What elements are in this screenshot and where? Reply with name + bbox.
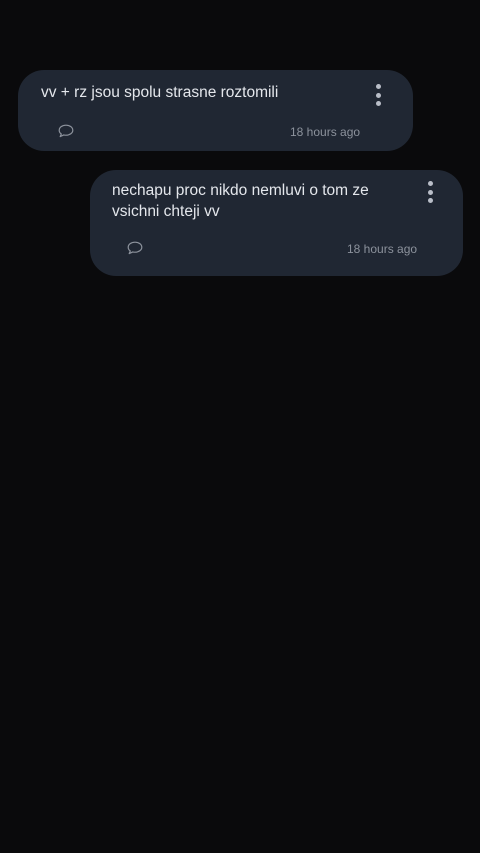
more-vertical-icon (427, 198, 433, 203)
message-bubble[interactable]: nechapu proc nikdo nemluvi o tom ze vsic… (90, 170, 463, 276)
more-vertical-icon (375, 84, 381, 89)
message-bubble[interactable]: vv + rz jsou spolu strasne roztomili 18 … (18, 70, 413, 151)
more-vertical-icon (375, 92, 381, 98)
message-timestamp: 18 hours ago (347, 242, 418, 256)
more-vertical-icon (427, 181, 433, 186)
more-options-button[interactable] (422, 179, 438, 205)
more-options-button[interactable] (370, 82, 386, 108)
message-text: vv + rz jsou spolu strasne roztomili (41, 84, 279, 101)
message-text: nechapu proc nikdo nemluvi o tom ze vsic… (112, 182, 369, 220)
chat-screen: vv + rz jsou spolu strasne roztomili 18 … (0, 0, 480, 853)
more-vertical-icon (427, 189, 433, 195)
more-vertical-icon (375, 101, 381, 106)
speech-bubble-icon[interactable] (127, 241, 143, 255)
message-timestamp: 18 hours ago (290, 125, 361, 139)
speech-bubble-icon[interactable] (58, 124, 74, 138)
